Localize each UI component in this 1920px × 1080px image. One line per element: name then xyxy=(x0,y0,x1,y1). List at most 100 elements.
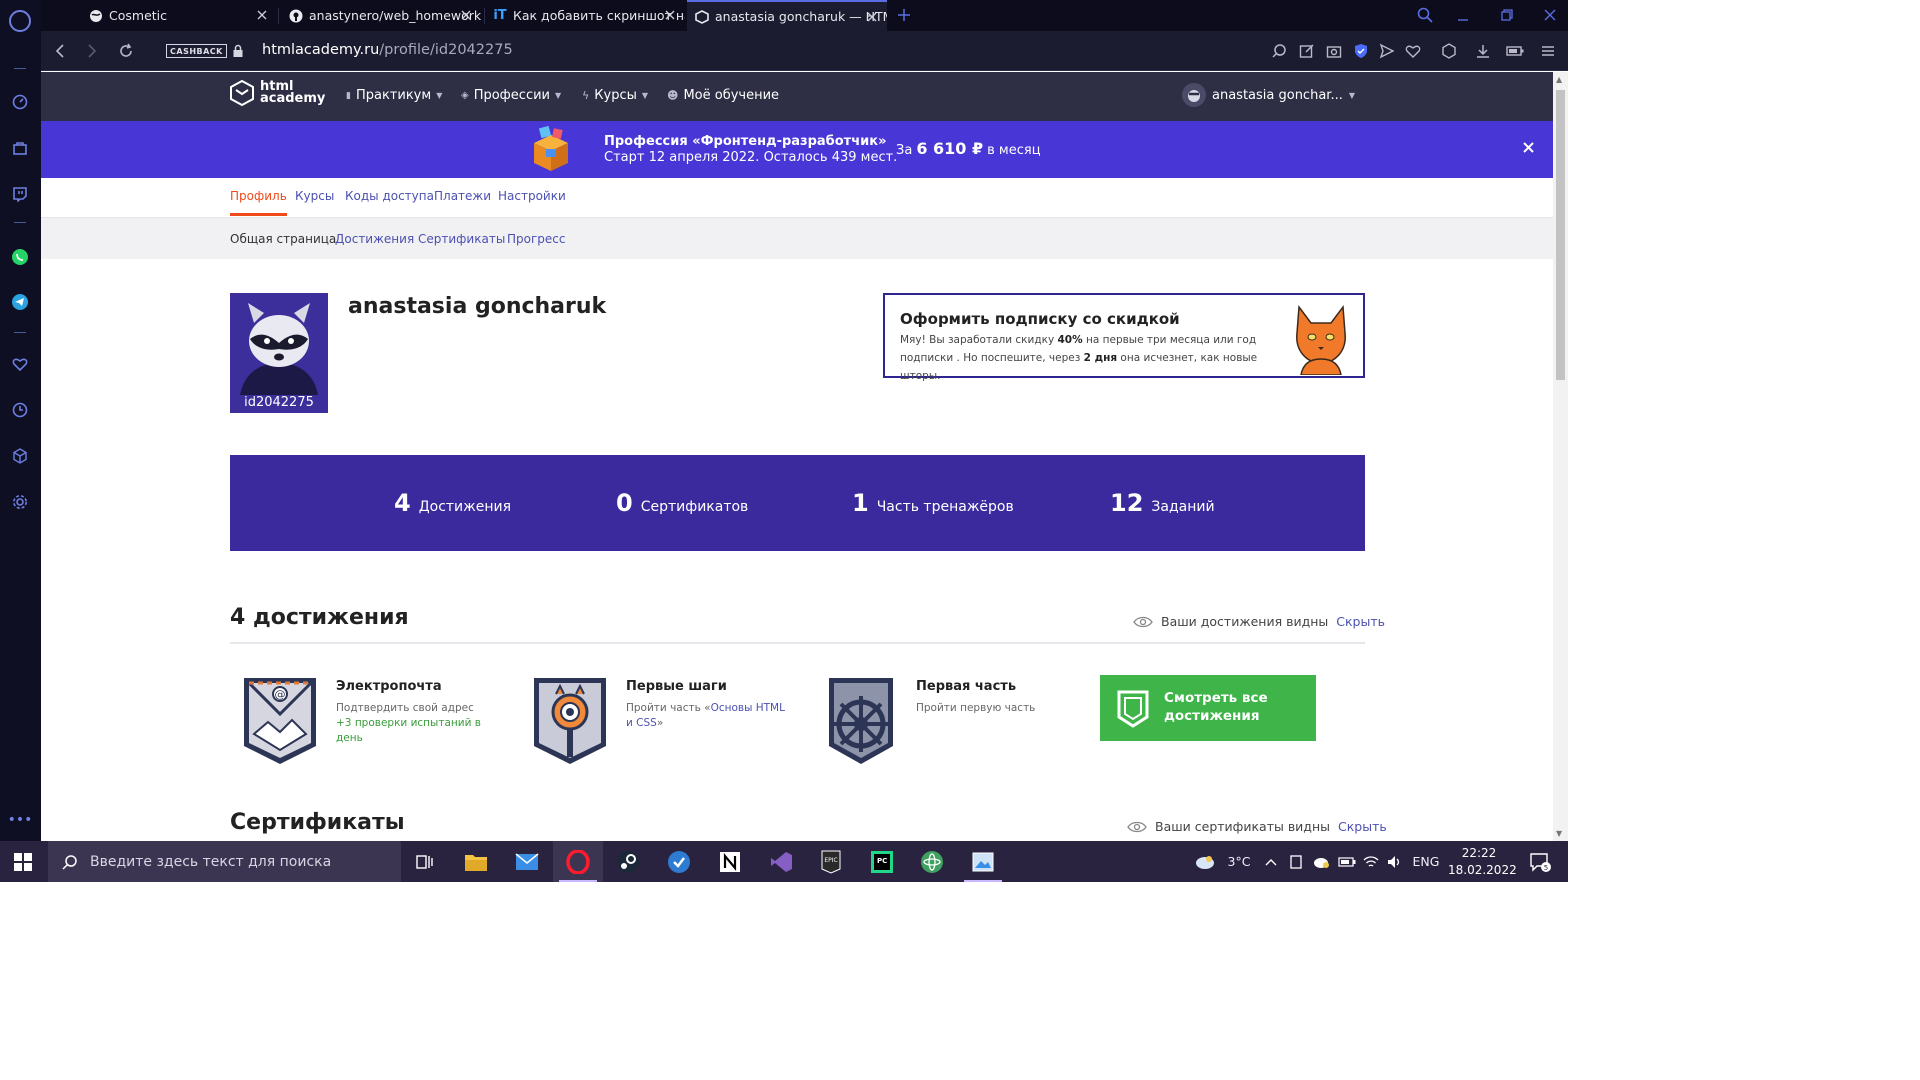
tab-payments[interactable]: Платежи xyxy=(434,189,491,203)
whatsapp-icon[interactable] xyxy=(11,248,29,266)
image-viewer-icon[interactable] xyxy=(958,841,1008,882)
tab-divider xyxy=(278,8,279,24)
promo-banner[interactable]: Профессия «Фронтенд-разработчик» Старт 1… xyxy=(41,121,1553,178)
stat-tasks[interactable]: 12 Заданий xyxy=(1110,489,1215,517)
camera-icon[interactable] xyxy=(1325,42,1343,60)
profile-id-label: id2042275 xyxy=(244,395,314,410)
file-explorer-icon[interactable] xyxy=(451,841,501,882)
tab-settings[interactable]: Настройки xyxy=(498,189,566,203)
page-scrollbar[interactable]: ▲ ▼ xyxy=(1553,72,1568,841)
stat-trainers[interactable]: 1 Часть тренажёров xyxy=(852,489,1014,517)
tab-profile-active[interactable]: anastasia goncharuk — HTML xyxy=(687,0,887,31)
tab-github[interactable]: anastynero/web_homework xyxy=(281,0,481,31)
speed-dial-icon[interactable] xyxy=(11,93,29,111)
forward-icon[interactable] xyxy=(83,42,101,60)
notifications-icon[interactable]: 5 xyxy=(1520,841,1560,882)
menu-professions[interactable]: ◈ Профессии ▼ xyxy=(461,88,561,103)
telegram-icon[interactable] xyxy=(11,293,29,311)
stat-certificates[interactable]: 0 Сертификатов xyxy=(616,489,748,517)
scroll-down-icon[interactable]: ▼ xyxy=(1556,829,1562,838)
download-icon[interactable] xyxy=(1474,42,1492,60)
cloud-sync-icon[interactable] xyxy=(1310,841,1332,882)
epic-games-icon[interactable]: EPIC xyxy=(806,841,856,882)
close-tab-icon[interactable] xyxy=(865,10,879,24)
menu-courses[interactable]: ϟ Курсы ▼ xyxy=(582,88,648,103)
settings-icon[interactable] xyxy=(11,493,29,511)
hide-certificates-link[interactable]: Скрыть xyxy=(1338,819,1387,834)
sidebar-divider xyxy=(14,68,26,69)
heart-icon[interactable] xyxy=(11,355,29,373)
wifi-icon[interactable] xyxy=(1360,841,1382,882)
subscription-offer-card[interactable]: Оформить подписку со скидкой Мяу! Вы зар… xyxy=(883,293,1365,382)
tab-access-codes[interactable]: Коды доступа xyxy=(345,189,434,203)
menu-my-learning[interactable]: ☻ Моё обучение xyxy=(667,88,779,103)
subtab-overview[interactable]: Общая страница xyxy=(230,232,336,246)
mail-icon[interactable] xyxy=(502,841,552,882)
close-icon[interactable] xyxy=(1521,140,1535,154)
extensions-icon[interactable] xyxy=(1440,42,1458,60)
language-indicator[interactable]: ENG xyxy=(1408,841,1444,882)
sidebar-divider xyxy=(14,332,26,333)
opera-taskbar-icon[interactable] xyxy=(553,841,603,882)
notion-icon[interactable] xyxy=(705,841,755,882)
edit-icon[interactable] xyxy=(1298,42,1316,60)
cube-icon[interactable] xyxy=(11,447,29,465)
subtab-achievements[interactable]: Достижения xyxy=(335,232,414,246)
favorite-icon[interactable] xyxy=(1404,42,1422,60)
atom-icon[interactable] xyxy=(907,841,957,882)
battery-saver-icon[interactable] xyxy=(1506,42,1524,60)
history-icon[interactable] xyxy=(11,401,29,419)
system-clock[interactable]: 22:22 18.02.2022 xyxy=(1448,845,1517,879)
taskbar-search-input[interactable]: Введите здесь текст для поиска xyxy=(48,841,401,882)
close-tab-icon[interactable] xyxy=(459,8,473,22)
search-tabs-icon[interactable] xyxy=(1416,6,1434,24)
stat-achievements[interactable]: 4 Достижения xyxy=(394,489,511,517)
windows-start-icon[interactable] xyxy=(14,853,32,871)
user-menu[interactable]: anastasia gonchar... ▼ xyxy=(1182,83,1355,107)
shield-icon[interactable] xyxy=(1352,42,1370,60)
close-tab-icon[interactable] xyxy=(663,8,677,22)
shopping-bag-icon[interactable] xyxy=(11,139,29,157)
more-icon[interactable]: ••• xyxy=(8,811,33,829)
twitch-icon[interactable] xyxy=(11,185,29,203)
visual-studio-installer-icon[interactable] xyxy=(654,841,704,882)
weather-icon[interactable] xyxy=(1190,841,1220,882)
promo-price: За 6 610 ₽ в месяц xyxy=(896,139,1041,158)
send-icon[interactable] xyxy=(1378,42,1396,60)
tab-cosmetic[interactable]: Cosmetic xyxy=(81,0,277,31)
volume-icon[interactable] xyxy=(1384,841,1406,882)
find-icon[interactable] xyxy=(1271,42,1289,60)
steam-icon[interactable] xyxy=(603,841,653,882)
tab-profile[interactable]: Профиль xyxy=(230,189,287,216)
scroll-up-icon[interactable]: ▲ xyxy=(1556,75,1562,84)
minimize-icon[interactable] xyxy=(1454,6,1472,24)
menu-praktikum[interactable]: ▮ Практикум ▼ xyxy=(346,88,442,103)
reload-icon[interactable] xyxy=(117,42,135,60)
lock-icon[interactable] xyxy=(229,42,247,60)
tab-screenshot-article[interactable]: iT Как добавить скриншот на xyxy=(485,0,685,31)
task-view-icon[interactable] xyxy=(400,841,450,882)
subtab-progress[interactable]: Прогресс xyxy=(507,232,565,246)
chevron-down-icon: ▼ xyxy=(436,91,443,100)
easy-setup-icon[interactable] xyxy=(1539,42,1557,60)
weather-temperature[interactable]: 3°C xyxy=(1222,841,1256,882)
url-field[interactable]: htmlacademy.ru/profile/id2042275 xyxy=(262,42,513,58)
device-icon[interactable] xyxy=(1286,841,1306,882)
pycharm-icon[interactable]: PC xyxy=(857,841,907,882)
hide-achievements-link[interactable]: Скрыть xyxy=(1336,614,1385,629)
restore-icon[interactable] xyxy=(1498,6,1516,24)
battery-icon[interactable] xyxy=(1336,841,1358,882)
close-window-icon[interactable] xyxy=(1541,6,1559,24)
chevron-up-icon[interactable] xyxy=(1262,841,1280,882)
close-tab-icon[interactable] xyxy=(255,8,269,22)
scrollbar-thumb[interactable] xyxy=(1556,90,1565,380)
new-tab-icon[interactable] xyxy=(895,6,913,24)
subtab-certificates[interactable]: Сертификаты xyxy=(418,232,505,246)
cashback-badge[interactable]: CASHBACK xyxy=(166,44,227,58)
back-icon[interactable] xyxy=(51,42,69,60)
tab-courses[interactable]: Курсы xyxy=(295,189,334,203)
view-all-achievements-button[interactable]: Смотреть все достижения xyxy=(1100,675,1316,741)
opera-logo-icon[interactable] xyxy=(9,10,31,32)
htmlacademy-logo[interactable]: html academy xyxy=(230,80,325,106)
visual-studio-icon[interactable] xyxy=(756,841,806,882)
